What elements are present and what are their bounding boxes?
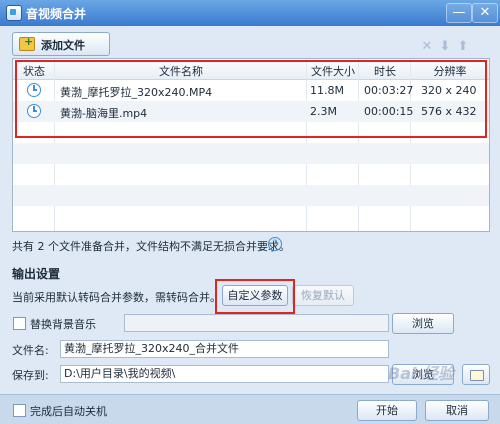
add-file-label: 添加文件 [41,39,85,52]
filename-label: 文件名: [12,344,49,357]
output-settings-title: 输出设置 [12,267,61,281]
start-button[interactable]: 开始 [357,400,417,421]
column-header-size[interactable]: 文件大小 [307,63,359,79]
saveto-input[interactable]: D:\用户目录\我的视频\ [60,365,389,383]
auto-shutdown-label: 完成后自动关机 [30,405,107,418]
empty-row [13,122,489,143]
cell-duration: 00:03:27 [364,84,414,97]
footer-bar: 完成后自动关机 开始 取消 [0,394,500,424]
bg-music-checkbox[interactable] [13,317,26,330]
column-header-resolution[interactable]: 分辨率 [411,63,489,79]
bg-music-input[interactable] [124,314,389,332]
table-row[interactable]: 黄渤_摩托罗拉_320x240.MP4 11.8M 00:03:27 320 x… [13,80,489,101]
minimize-button[interactable]: — [446,3,472,23]
add-file-button[interactable]: 添加文件 [12,32,110,56]
table-row[interactable]: 黄渤-脑海里.mp4 2.3M 00:00:15 576 x 432 [13,101,489,122]
bg-music-browse-button[interactable]: 浏览 [392,313,454,334]
title-bar: 音视频合并 — ✕ [0,0,500,26]
cell-filename: 黄渤-脑海里.mp4 [60,107,148,120]
empty-row [13,143,489,164]
empty-row [13,164,489,185]
cell-resolution: 320 x 240 [421,84,477,97]
cell-filename: 黄渤_摩托罗拉_320x240.MP4 [60,86,213,99]
add-folder-icon [19,35,35,51]
folder-icon [470,370,484,381]
app-icon [6,5,22,21]
file-list: 状态 文件名称 文件大小 时长 分辨率 黄渤_摩托罗拉_320x240.MP4 … [12,58,490,232]
move-down-icon[interactable]: ⬇ [438,40,452,54]
window-title: 音视频合并 [26,7,87,21]
empty-row [13,206,489,227]
custom-params-button[interactable]: 自定义参数 [222,285,288,306]
cell-size: 11.8M [310,84,344,97]
watermark: Bai 经验 [388,364,455,383]
summary-text: 共有 2 个文件准备合并，文件结构不满足无损合并要求。 [12,240,290,253]
help-icon[interactable]: ? [268,237,282,251]
bg-music-label: 替换背景音乐 [30,318,96,331]
clock-icon [27,83,41,97]
auto-shutdown-checkbox[interactable] [13,404,26,417]
move-up-icon[interactable]: ⬆ [456,40,470,54]
column-header-status[interactable]: 状态 [13,63,55,79]
clock-icon [27,104,41,118]
column-header-duration[interactable]: 时长 [359,63,411,79]
list-header: 状态 文件名称 文件大小 时长 分辨率 [13,59,489,80]
cell-resolution: 576 x 432 [421,105,477,118]
saveto-label: 保存到: [12,369,49,382]
cancel-button[interactable]: 取消 [425,400,489,421]
params-text: 当前采用默认转码合并参数，需转码合并。 [12,291,221,304]
close-button[interactable]: ✕ [472,3,498,23]
column-header-filename[interactable]: 文件名称 [55,63,307,79]
cell-size: 2.3M [310,105,337,118]
filename-input[interactable]: 黄渤_摩托罗拉_320x240_合并文件 [60,340,389,358]
delete-icon[interactable]: ✕ [420,40,434,54]
cell-duration: 00:00:15 [364,105,414,118]
empty-row [13,185,489,206]
restore-default-button[interactable]: 恢复默认 [292,285,354,306]
